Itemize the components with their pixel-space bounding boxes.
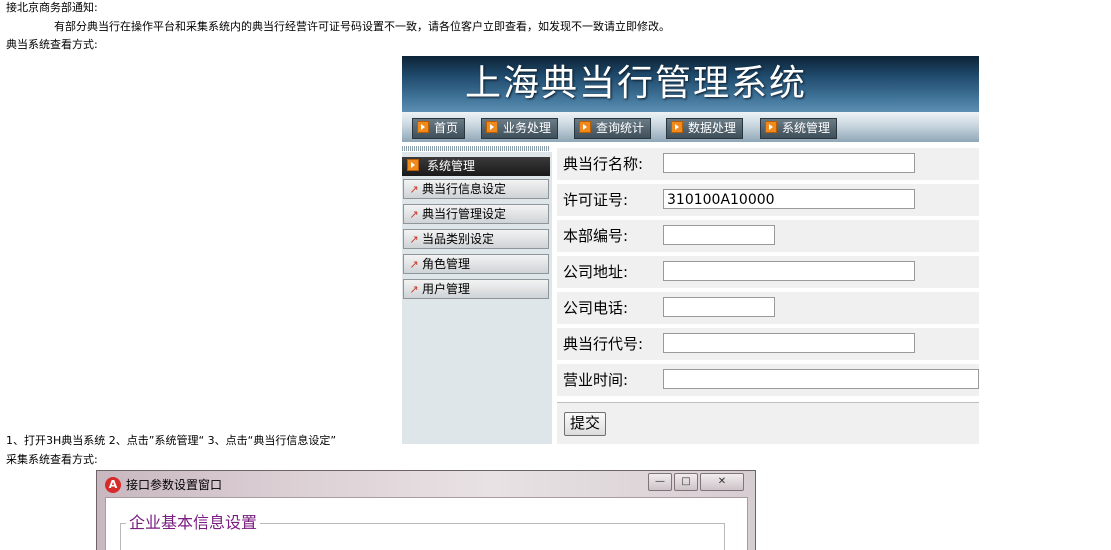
sidebar-header-label: 系统管理	[427, 159, 476, 173]
sidebar-item-pawnshop-info[interactable]: ↗ 典当行信息设定	[403, 179, 549, 199]
form-footer: 提交	[557, 402, 979, 444]
dotted-divider	[402, 146, 550, 151]
app-logo-icon: A	[105, 477, 121, 493]
system-banner: 上海典当行管理系统	[402, 56, 979, 112]
company-phone-input[interactable]	[663, 297, 775, 317]
maximize-button[interactable]: □	[674, 473, 698, 491]
field-label: 营业时间:	[563, 371, 629, 389]
nav-label: 数据处理	[688, 121, 737, 135]
pawnshop-name-input[interactable]	[663, 153, 915, 173]
sidebar-item-label: 当品类别设定	[422, 232, 495, 246]
form-row-address: 公司地址:	[557, 256, 979, 288]
sidebar-item-category[interactable]: ↗ 当品类别设定	[403, 229, 549, 249]
nav-item-home[interactable]: 首页	[412, 118, 466, 139]
license-number-input[interactable]: 310100A10000	[663, 189, 915, 209]
play-icon	[765, 121, 777, 133]
field-label: 本部编号:	[563, 227, 629, 245]
notice-header: 接北京商务部通知:	[6, 1, 98, 14]
sidebar-header: 系统管理	[402, 157, 550, 176]
sidebar-item-pawnshop-management[interactable]: ↗ 典当行管理设定	[403, 204, 549, 224]
field-label: 许可证号:	[563, 191, 629, 209]
play-icon	[407, 159, 419, 171]
group-title: 企业基本信息设置	[126, 513, 261, 533]
form-row-name: 典当行名称:	[557, 148, 979, 180]
form-row-license: 许可证号: 310100A10000	[557, 184, 979, 216]
sidebar-item-label: 角色管理	[422, 257, 471, 271]
play-icon	[671, 121, 683, 133]
main-nav: 首页 业务处理 查询统计 数据处理 系统管理	[402, 112, 979, 142]
field-label: 公司电话:	[563, 299, 629, 317]
branch-number-input[interactable]	[663, 225, 775, 245]
pawn-system-screenshot: 上海典当行管理系统 首页 业务处理 查询统计 数据处理 系统管理 系统管理 ↗ 典…	[402, 56, 979, 444]
arrow-icon: ↗	[409, 258, 419, 271]
nav-item-query[interactable]: 查询统计	[574, 118, 652, 139]
nav-item-system[interactable]: 系统管理	[760, 118, 838, 139]
arrow-icon: ↗	[409, 233, 419, 246]
nav-label: 首页	[434, 121, 459, 135]
system-title: 上海典当行管理系统	[465, 63, 808, 104]
arrow-icon: ↗	[409, 208, 419, 221]
submit-button[interactable]: 提交	[564, 412, 607, 436]
window-title: 接口参数设置窗口	[126, 478, 223, 492]
field-label: 典当行名称:	[563, 155, 644, 173]
window-body: 企业基本信息设置	[105, 497, 748, 550]
nav-label: 查询统计	[596, 121, 645, 135]
nav-label: 系统管理	[782, 121, 831, 135]
form-row-code: 典当行代号:	[557, 328, 979, 360]
pawnshop-info-form: 典当行名称: 许可证号: 310100A10000 本部编号: 公司地址: 公司…	[557, 146, 979, 444]
field-label: 典当行代号:	[563, 335, 644, 353]
interface-settings-window: A 接口参数设置窗口 — □ ✕ 企业基本信息设置	[96, 470, 756, 550]
sidebar-item-roles[interactable]: ↗ 角色管理	[403, 254, 549, 274]
company-address-input[interactable]	[663, 261, 915, 281]
steps-text: 1、打开3H典当系统 2、点击”系统管理“ 3、点击“典当行信息设定”	[6, 434, 337, 447]
nav-label: 业务处理	[503, 121, 552, 135]
play-icon	[417, 121, 429, 133]
field-label: 公司地址:	[563, 263, 629, 281]
play-icon	[579, 121, 591, 133]
minimize-button[interactable]: —	[648, 473, 672, 491]
business-hours-input[interactable]	[663, 369, 979, 389]
collection-system-heading: 采集系统查看方式:	[6, 453, 98, 466]
form-row-branch: 本部编号:	[557, 220, 979, 252]
arrow-icon: ↗	[409, 283, 419, 296]
nav-item-business[interactable]: 业务处理	[481, 118, 559, 139]
play-icon	[486, 121, 498, 133]
notice-body: 有部分典当行在操作平台和采集系统内的典当行经营许可证号码设置不一致，请各位客户立…	[54, 20, 670, 33]
close-button[interactable]: ✕	[700, 473, 744, 491]
form-row-hours: 营业时间:	[557, 364, 979, 396]
sidebar-item-label: 典当行管理设定	[422, 207, 507, 221]
sidebar-item-label: 用户管理	[422, 282, 471, 296]
arrow-icon: ↗	[409, 183, 419, 196]
form-row-phone: 公司电话:	[557, 292, 979, 324]
sidebar-item-users[interactable]: ↗ 用户管理	[403, 279, 549, 299]
nav-item-data[interactable]: 数据处理	[666, 118, 744, 139]
pawnshop-code-input[interactable]	[663, 333, 915, 353]
sidebar-item-label: 典当行信息设定	[422, 182, 507, 196]
pawn-system-heading: 典当系统查看方式:	[6, 38, 98, 51]
sidebar: 系统管理 ↗ 典当行信息设定 ↗ 典当行管理设定 ↗ 当品类别设定 ↗ 角色管理 ↗ 用户…	[402, 152, 552, 444]
